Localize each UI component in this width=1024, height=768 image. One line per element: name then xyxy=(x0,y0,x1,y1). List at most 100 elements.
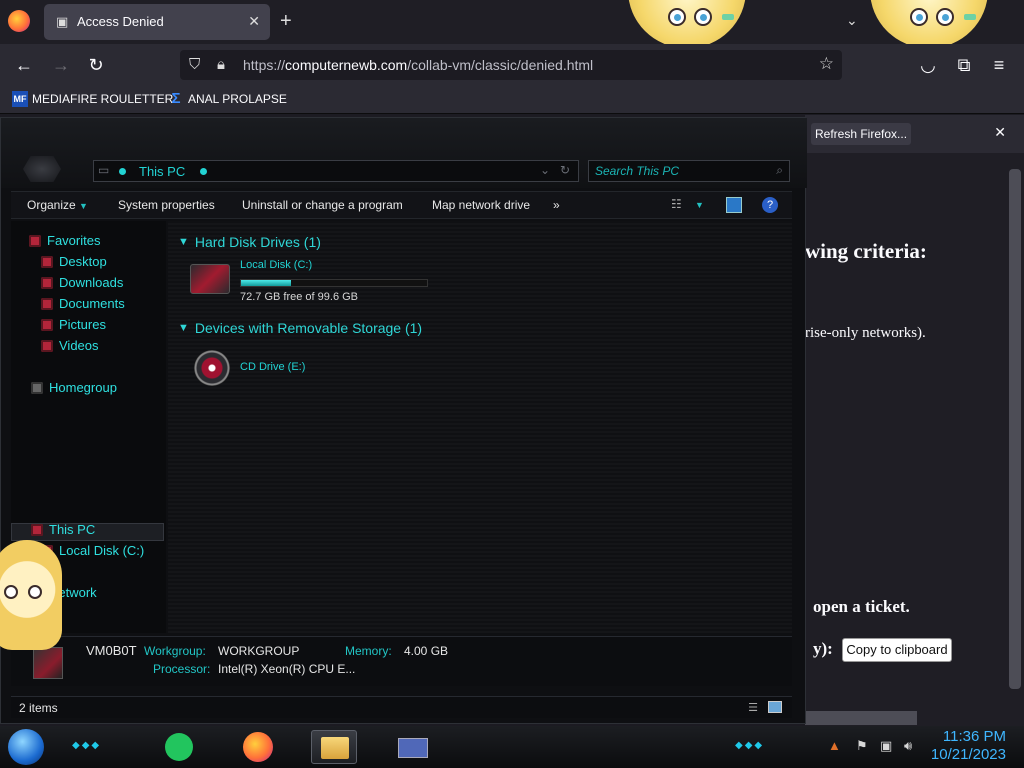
explorer-title-area: ▭ This PC ⌄ ↻ Search This PC ⌕ xyxy=(1,118,807,188)
nav-videos[interactable]: Videos xyxy=(41,338,99,353)
large-icons-view-icon[interactable] xyxy=(768,701,782,713)
bookmark-mediafire[interactable]: MF MEDIAFIRE ROULETTER xyxy=(12,91,173,107)
videos-icon xyxy=(41,339,53,352)
start-button[interactable] xyxy=(8,729,44,765)
sticker-image xyxy=(870,0,988,48)
flag-icon[interactable]: ⚑ xyxy=(856,738,868,754)
forward-arrow-icon[interactable]: → xyxy=(50,54,72,76)
computer-icon xyxy=(31,523,43,536)
bookmarks-bar: MF MEDIAFIRE ROULETTER Σ ANAL PROLAPSE xyxy=(0,86,1024,114)
chevron-down-icon: ▼ xyxy=(178,322,189,334)
volume-icon[interactable]: 🔊︎ xyxy=(904,738,912,754)
notes-app-icon xyxy=(165,733,193,761)
nav-downloads[interactable]: Downloads xyxy=(41,275,123,290)
sticker-image xyxy=(0,540,62,650)
copy-to-clipboard-button[interactable]: Copy to clipboard xyxy=(842,638,952,662)
refresh-icon[interactable]: ↻ xyxy=(560,163,570,177)
command-bar: Organize ▼ System properties Uninstall o… xyxy=(11,191,792,219)
details-view-icon[interactable]: ☰ xyxy=(748,701,758,714)
group-header-hard-disks[interactable]: ▼ Hard Disk Drives (1) xyxy=(178,234,321,250)
tracking-shield-icon[interactable]: ⛉ xyxy=(189,56,200,73)
change-view-icon[interactable]: ☷ xyxy=(671,197,687,213)
clock-date: 10/21/2023 xyxy=(930,746,1006,763)
chevron-down-icon[interactable]: ⌄ xyxy=(846,12,858,29)
breadcrumb-separator-icon xyxy=(119,168,126,175)
close-tab-icon[interactable]: ✕ xyxy=(248,13,260,30)
lock-icon[interactable]: 🔒︎ xyxy=(217,56,225,73)
taskbar-app-firefox[interactable] xyxy=(236,730,282,764)
homegroup-icon xyxy=(31,381,43,394)
system-properties-button[interactable]: System properties xyxy=(118,198,215,212)
chevron-down-icon[interactable]: ⌄ xyxy=(540,163,550,177)
sigma-icon: Σ xyxy=(171,90,181,107)
nav-homegroup[interactable]: Homegroup xyxy=(31,380,117,395)
help-icon[interactable]: ? xyxy=(762,197,778,213)
bookmark-label: ANAL PROLAPSE xyxy=(188,92,287,106)
back-forward-orb-icon[interactable] xyxy=(23,156,61,182)
tab-access-denied[interactable]: ▣ Access Denied ✕ xyxy=(44,4,270,40)
screen: ▣ Access Denied ✕ + ⌄ ← → ↻ ⛉ 🔒︎ https:/… xyxy=(0,0,1024,768)
map-network-drive-button[interactable]: Map network drive xyxy=(432,198,530,212)
search-box[interactable]: Search This PC ⌕ xyxy=(588,160,790,182)
taskbar-app-notes[interactable] xyxy=(157,730,203,764)
decoration-icon: ◆◆◆ xyxy=(72,740,102,751)
clock-time: 11:36 PM xyxy=(942,728,1006,745)
nav-desktop[interactable]: Desktop xyxy=(41,254,107,269)
search-placeholder: Search This PC xyxy=(595,164,680,178)
pocket-icon[interactable]: ◡ xyxy=(917,54,939,76)
network-tray-icon[interactable]: ▣ xyxy=(880,738,892,754)
cd-drive-icon xyxy=(194,350,230,386)
capacity-bar xyxy=(240,279,428,287)
memory-label: Memory: xyxy=(345,644,392,658)
taskbar-app-control-panel[interactable] xyxy=(390,730,436,764)
page-scrollbar[interactable] xyxy=(1009,169,1021,689)
page-favicon-icon: ▣ xyxy=(56,14,69,29)
item-count: 2 items xyxy=(19,701,58,715)
notification-bar: Refresh Firefox... ✕ xyxy=(805,115,1024,153)
close-icon[interactable]: ✕ xyxy=(994,124,1006,141)
nav-favorites[interactable]: Favorites xyxy=(29,233,100,248)
firefox-icon[interactable] xyxy=(8,10,30,32)
horizontal-scrollbar[interactable] xyxy=(805,711,917,725)
group-header-removable[interactable]: ▼ Devices with Removable Storage (1) xyxy=(178,320,422,336)
page-text-fragment: y): xyxy=(813,639,833,658)
clock[interactable]: 11:36 PM 10/21/2023 xyxy=(931,728,1006,764)
address-text: This PC xyxy=(139,164,186,179)
nav-documents[interactable]: Documents xyxy=(41,296,125,311)
back-arrow-icon[interactable]: ← xyxy=(13,54,35,76)
refresh-firefox-button[interactable]: Refresh Firefox... xyxy=(811,123,912,145)
status-bar: 2 items ☰ xyxy=(11,696,792,718)
workgroup-value: WORKGROUP xyxy=(218,644,300,658)
tray-app-icon[interactable]: ▲ xyxy=(828,738,841,753)
reload-icon[interactable]: ↻ xyxy=(85,54,107,76)
menu-icon[interactable]: ≡ xyxy=(988,54,1010,76)
tab-title: Access Denied xyxy=(77,14,164,29)
page-heading-fragment: wing criteria: xyxy=(805,239,927,263)
search-icon[interactable]: ⌕ xyxy=(776,163,783,178)
desktop-icon xyxy=(41,255,53,268)
firefox-icon xyxy=(243,732,273,762)
sticker-image xyxy=(628,0,746,48)
pc-name: VM0B0T xyxy=(86,643,137,658)
drive-c-free-space: 72.7 GB free of 99.6 GB xyxy=(240,291,359,303)
taskbar-app-explorer[interactable] xyxy=(311,730,357,764)
url-bar[interactable]: ⛉ 🔒︎ https://computernewb.com/collab-vm/… xyxy=(180,50,842,80)
bookmark-sigma[interactable]: Σ ANAL PROLAPSE xyxy=(168,90,287,107)
details-pane: VM0B0T Workgroup: WORKGROUP Memory: 4.00… xyxy=(11,636,792,686)
control-panel-icon xyxy=(398,738,428,758)
nav-pictures[interactable]: Pictures xyxy=(41,317,106,332)
uninstall-program-button[interactable]: Uninstall or change a program xyxy=(242,198,403,212)
extensions-icon[interactable]: ⧉ xyxy=(953,54,975,76)
organize-button[interactable]: Organize ▼ xyxy=(27,198,88,212)
preview-pane-icon[interactable] xyxy=(726,197,742,213)
hard-drive-icon xyxy=(190,264,230,294)
more-commands-button[interactable]: » xyxy=(553,198,560,212)
processor-value: Intel(R) Xeon(R) CPU E... xyxy=(218,662,356,676)
address-bar[interactable]: ▭ This PC ⌄ ↻ xyxy=(93,160,579,182)
new-tab-icon[interactable]: + xyxy=(280,10,292,32)
drive-c-label: Local Disk (C:) xyxy=(240,259,313,271)
chevron-down-icon[interactable]: ▼ xyxy=(695,200,711,216)
nav-this-pc[interactable]: This PC xyxy=(31,522,95,537)
pictures-icon xyxy=(41,318,53,331)
bookmark-star-icon[interactable]: ☆ xyxy=(819,54,834,74)
